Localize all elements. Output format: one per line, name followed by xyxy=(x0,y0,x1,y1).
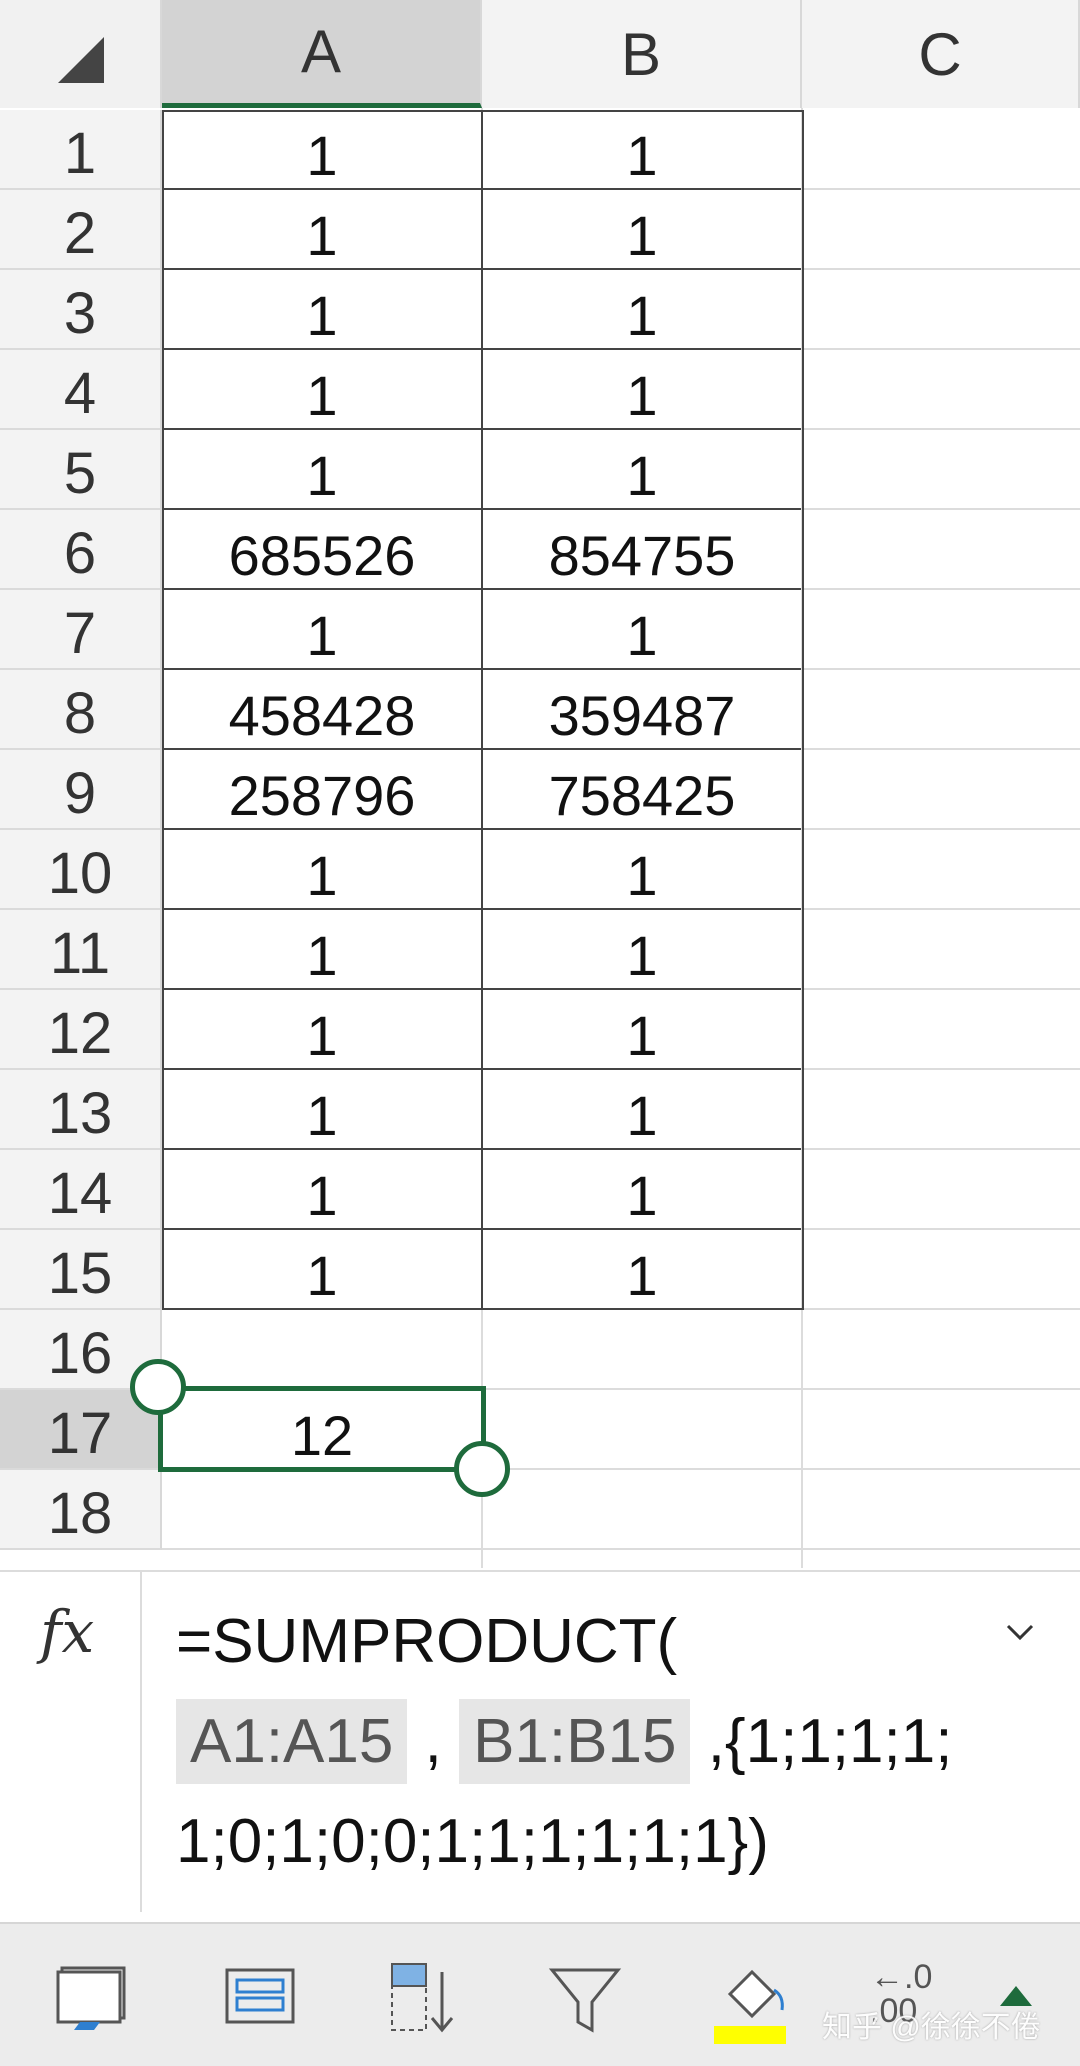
selected-cell-outline xyxy=(158,1386,486,1472)
fx-button[interactable]: fx xyxy=(0,1572,142,1912)
formula-text[interactable]: =SUMPRODUCT( A1:A15 , B1:B15 ,{1;1;1;1; … xyxy=(176,1592,996,1892)
row-header[interactable]: 18 xyxy=(0,1470,162,1550)
cell-a[interactable] xyxy=(162,1470,482,1550)
row-header[interactable]: 7 xyxy=(0,590,162,670)
formula-prefix: =SUMPRODUCT( xyxy=(176,1607,678,1676)
column-header-a[interactable]: A xyxy=(162,0,482,108)
row-header[interactable]: 11 xyxy=(0,910,162,990)
column-header-b[interactable]: B xyxy=(482,0,802,108)
row-header[interactable]: 2 xyxy=(0,190,162,270)
spreadsheet-grid[interactable]: A B C 1 1 1 2 1 1 3 1 1 4 1 1 5 1 1 6 685526 854755 7 1 1 8 45… xyxy=(0,0,1080,1570)
expand-toolbar-icon[interactable] xyxy=(1000,1986,1032,2006)
cell-b[interactable] xyxy=(482,1310,802,1390)
row-header[interactable]: 12 xyxy=(0,990,162,1070)
decimal-label-top: ←.0 xyxy=(870,1958,933,1996)
fx-icon: fx xyxy=(40,1598,95,1666)
watermark: 知乎 @徐徐不倦 xyxy=(822,2011,1041,2044)
formula-array-start: ,{1;1;1;1; xyxy=(690,1707,953,1776)
selection-handle-bottom-right[interactable] xyxy=(454,1441,510,1497)
formula-separator: , xyxy=(407,1707,460,1776)
formula-array-end: 1;0;1;0;0;1;1;1;1;1;1}) xyxy=(176,1807,769,1876)
fill-color-icon[interactable] xyxy=(700,1942,810,2052)
row-header[interactable]: 8 xyxy=(0,670,162,750)
insert-cells-icon[interactable] xyxy=(40,1942,150,2052)
row-header[interactable]: 13 xyxy=(0,1070,162,1150)
column-header-c[interactable]: C xyxy=(802,0,1080,108)
row-header[interactable]: 10 xyxy=(0,830,162,910)
filter-icon[interactable] xyxy=(530,1942,640,2052)
cell-b[interactable] xyxy=(482,1390,802,1470)
row-header[interactable]: 14 xyxy=(0,1150,162,1230)
cell-b[interactable] xyxy=(482,1470,802,1550)
data-range-border xyxy=(162,110,804,1310)
formula-bar[interactable]: fx =SUMPRODUCT( A1:A15 , B1:B15 ,{1;1;1;… xyxy=(0,1570,1080,1920)
selection-handle-top-left[interactable] xyxy=(130,1359,186,1415)
row-header[interactable]: 1 xyxy=(0,110,162,190)
select-all-corner[interactable] xyxy=(0,0,162,108)
formula-ref-a[interactable]: A1:A15 xyxy=(176,1699,408,1784)
row-header[interactable]: 9 xyxy=(0,750,162,830)
cell-a[interactable] xyxy=(162,1310,482,1390)
sort-icon[interactable] xyxy=(370,1942,480,2052)
row-header[interactable]: 15 xyxy=(0,1230,162,1310)
bottom-toolbar: ←.0 .00 知乎 @徐徐不倦 xyxy=(0,1922,1080,2066)
formula-ref-b[interactable]: B1:B15 xyxy=(459,1699,691,1784)
row-header[interactable]: 5 xyxy=(0,430,162,510)
row-header[interactable]: 6 xyxy=(0,510,162,590)
select-all-icon xyxy=(58,37,104,83)
row-header[interactable]: 4 xyxy=(0,350,162,430)
chevron-down-icon[interactable] xyxy=(1000,1612,1040,1652)
format-cells-icon[interactable] xyxy=(205,1942,315,2052)
row-header[interactable]: 3 xyxy=(0,270,162,350)
